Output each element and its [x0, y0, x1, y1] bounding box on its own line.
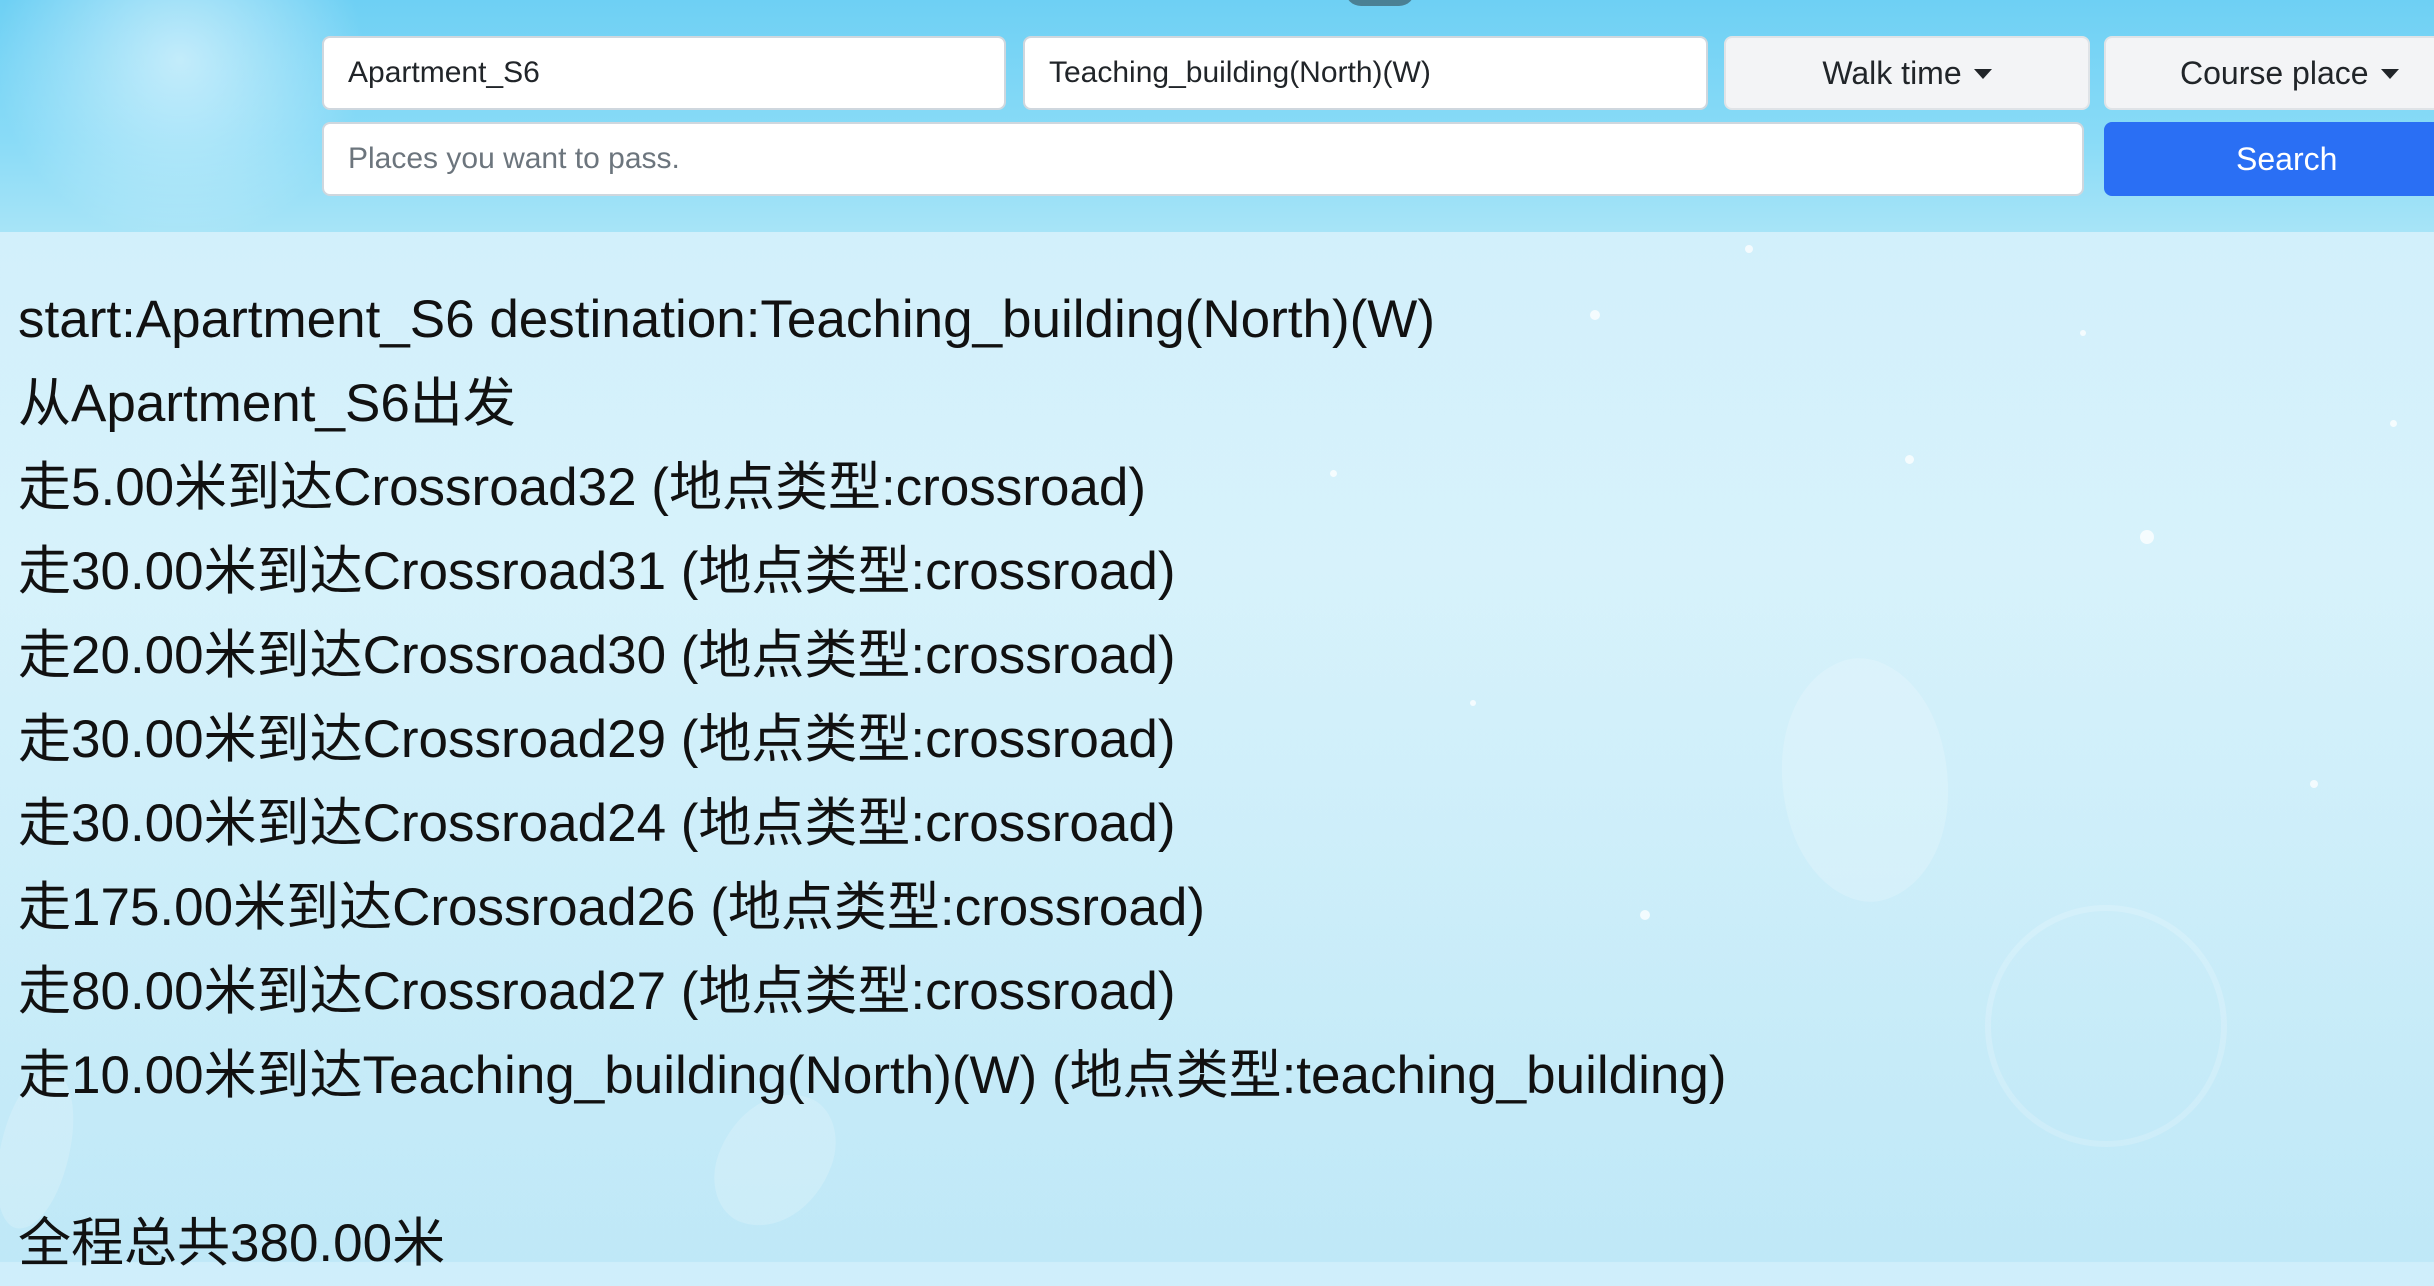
route-step: 走10.00米到达Teaching_building(North)(W) (地点…	[18, 1046, 1727, 1105]
start-field[interactable]	[322, 36, 1006, 110]
route-step: 走30.00米到达Crossroad24 (地点类型:crossroad)	[18, 794, 1176, 853]
destination-field[interactable]	[1023, 36, 1708, 110]
caret-down-icon	[1973, 69, 1992, 79]
destination-input[interactable]	[1047, 55, 1706, 91]
background-flake	[1745, 245, 1753, 253]
search-header: Walk time Course place Search	[0, 0, 2434, 232]
route-step: 走5.00米到达Crossroad32 (地点类型:crossroad)	[18, 458, 1147, 517]
course-place-dropdown-label: Course place	[2180, 54, 2369, 91]
pass-places-input[interactable]	[346, 141, 2082, 177]
route-step: 走80.00米到达Crossroad27 (地点类型:crossroad)	[18, 962, 1176, 1021]
route-spacer	[18, 1118, 2318, 1202]
route-step: 走20.00米到达Crossroad30 (地点类型:crossroad)	[18, 626, 1176, 685]
page-title-fragment	[1345, 0, 1415, 6]
route-depart: 从Apartment_S6出发	[18, 374, 516, 433]
strategy-dropdown-button[interactable]: Walk time	[1724, 36, 2090, 110]
strategy-dropdown-label: Walk time	[1822, 54, 1962, 91]
background-flake	[2390, 420, 2397, 427]
route-result: start:Apartment_S6 destination:Teaching_…	[18, 278, 2318, 1286]
course-place-dropdown-button[interactable]: Course place	[2104, 36, 2434, 110]
route-header: start:Apartment_S6 destination:Teaching_…	[18, 290, 1435, 349]
caret-down-icon	[2380, 69, 2399, 79]
search-button[interactable]: Search	[2104, 122, 2434, 196]
header-glow	[0, 0, 380, 232]
route-step: 走30.00米到达Crossroad29 (地点类型:crossroad)	[18, 710, 1176, 769]
route-step: 走30.00米到达Crossroad31 (地点类型:crossroad)	[18, 542, 1176, 601]
start-input[interactable]	[346, 55, 1004, 91]
search-button-label: Search	[2236, 140, 2338, 177]
pass-places-field[interactable]	[322, 122, 2084, 196]
route-step: 走175.00米到达Crossroad26 (地点类型:crossroad)	[18, 878, 1205, 937]
route-total: 全程总共380.00米	[18, 1214, 446, 1273]
